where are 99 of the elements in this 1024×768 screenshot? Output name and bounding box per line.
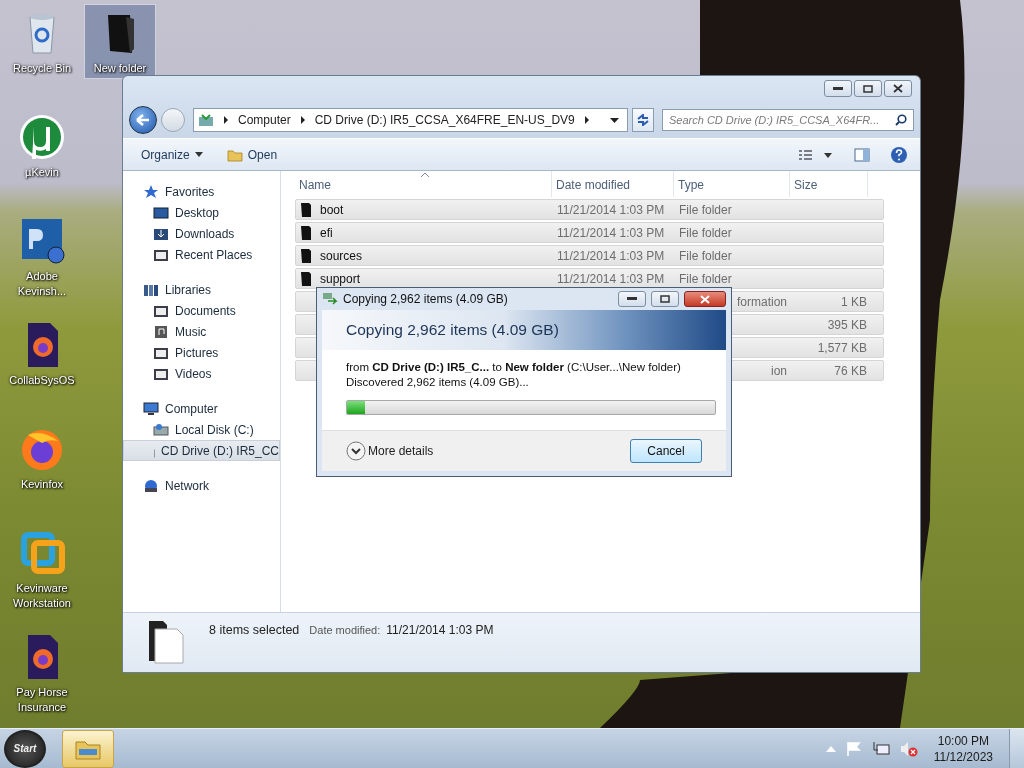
chevron-right-icon — [223, 116, 229, 124]
copy-source-destination: from CD Drive (D:) IR5_C... to New folder (C:\User...\New folder) — [346, 360, 681, 375]
organize-button[interactable]: Organize — [137, 145, 207, 164]
minimize-button[interactable] — [618, 291, 646, 307]
sidebar-item[interactable]: Music — [123, 321, 280, 342]
breadcrumb-item[interactable]: CD Drive (D:) IR5_CCSA_X64FRE_EN-US_DV9 — [314, 113, 575, 127]
chevron-right-icon — [299, 116, 306, 124]
computer-icon — [143, 401, 159, 416]
file-row[interactable]: support 11/21/2014 1:03 PM File folder — [295, 268, 884, 289]
search-field[interactable]: Search CD Drive (D:) IR5_CCSA_X64FR... — [662, 109, 914, 131]
sidebar-item[interactable]: Recent Places — [123, 244, 280, 265]
breadcrumb-item[interactable]: Computer — [238, 113, 291, 127]
squares-logo-icon — [18, 529, 66, 577]
music-note-icon — [153, 324, 169, 339]
sidebar-item[interactable]: Desktop — [123, 202, 280, 223]
column-header[interactable]: Date modified — [552, 171, 674, 197]
maximize-button[interactable] — [854, 80, 882, 97]
column-header[interactable]: Size — [790, 171, 868, 197]
file-name: sources — [320, 248, 363, 263]
sidebar-item[interactable]: Network — [123, 475, 280, 496]
restore-icon — [660, 295, 670, 303]
close-icon — [700, 294, 710, 304]
date-cell: 11/21/2014 1:03 PM — [557, 271, 665, 286]
help-icon — [890, 145, 908, 164]
size-cell: 76 KB — [834, 363, 867, 378]
restore-icon — [863, 84, 873, 93]
maximize-button[interactable] — [651, 291, 679, 307]
file-row[interactable]: efi 11/21/2014 1:03 PM File folder — [295, 222, 884, 243]
network-icon — [143, 478, 159, 493]
date-modified-label: Date modified: — [309, 624, 381, 636]
minimize-icon — [627, 297, 637, 301]
sidebar-item[interactable]: Favorites — [123, 181, 280, 202]
refresh-button[interactable] — [632, 108, 654, 132]
date-cell: 11/21/2014 1:03 PM — [557, 225, 665, 240]
desktop-shortcut[interactable]: Pay Horse Insurance — [6, 628, 78, 718]
dialog-heading: Copying 2,962 items (4.09 GB) — [346, 321, 559, 339]
desktop-shortcut[interactable]: Kevinfox — [6, 420, 78, 495]
chevron-down-icon — [346, 441, 366, 461]
sidebar-item[interactable]: Videos — [123, 363, 280, 384]
type-cell: File folder — [679, 248, 732, 263]
desktop-shortcut[interactable]: Kevinware Workstation — [6, 524, 78, 614]
sidebar-item[interactable]: Downloads — [123, 223, 280, 244]
type-cell: File folder — [679, 202, 732, 217]
address-bar[interactable]: Computer CD Drive (D:) IR5_CCSA_X64FRE_EN-US_DV9 — [193, 108, 628, 132]
date-cell: 11/21/2014 1:03 PM — [557, 202, 665, 217]
more-details-button[interactable]: More details — [346, 441, 434, 461]
file-name: boot — [320, 202, 344, 217]
open-button[interactable]: Open — [222, 145, 282, 164]
start-button[interactable]: Start — [4, 729, 46, 768]
type-cell: formation — [736, 294, 787, 309]
minimize-button[interactable] — [824, 80, 852, 97]
column-header[interactable]: Type — [674, 171, 790, 197]
discovered-status: Discovered 2,962 items (4.09 GB)... — [346, 375, 529, 390]
type-cell: File folder — [679, 225, 732, 240]
type-cell: ion — [771, 363, 787, 378]
files-stack-icon — [147, 619, 187, 665]
selection-count: 8 items selected — [209, 623, 300, 637]
sidebar-item[interactable]: Computer — [123, 398, 280, 419]
clock-date[interactable]: 11/12/2023 — [933, 748, 993, 765]
back-button[interactable] — [129, 106, 157, 134]
copy-icon — [322, 292, 338, 306]
clock-time[interactable]: 10:00 PM — [937, 732, 990, 749]
sidebar-item[interactable]: Libraries — [123, 279, 280, 300]
date-cell: 11/21/2014 1:03 PM — [557, 248, 665, 263]
date-modified-value: 11/21/2014 1:03 PM — [386, 623, 494, 637]
network-icon[interactable] — [871, 740, 890, 757]
file-name: support — [320, 271, 361, 286]
size-cell: 1 KB — [841, 294, 867, 309]
pane-icon — [854, 147, 870, 162]
arrow-left-icon — [136, 114, 150, 126]
size-cell: 395 KB — [827, 317, 867, 332]
file-row[interactable]: sources 11/21/2014 1:03 PM File folder — [295, 245, 884, 266]
search-icon — [895, 114, 907, 126]
dropdown-caret-icon — [610, 117, 619, 123]
sidebar-item[interactable]: Documents — [123, 300, 280, 321]
refresh-icon — [636, 114, 650, 126]
star-icon — [143, 184, 159, 199]
library-icon — [143, 282, 159, 297]
dialog-title: Copying 2,962 items (4.09 GB) — [343, 292, 508, 306]
chevron-right-icon — [583, 116, 590, 124]
cancel-button[interactable]: Cancel — [630, 439, 702, 463]
sidebar-item[interactable]: Pictures — [123, 342, 280, 363]
list-view-icon — [798, 148, 834, 161]
close-button[interactable] — [884, 80, 912, 97]
sidebar-item[interactable]: Local Disk (C:) — [123, 419, 280, 440]
download-icon — [153, 226, 169, 241]
close-icon — [893, 84, 903, 93]
speaker-muted-icon[interactable] — [899, 740, 918, 757]
sidebar-item[interactable]: CD Drive (D:) IR5_CC — [123, 440, 280, 461]
type-cell: File folder — [679, 271, 732, 286]
size-cell: 1,577 KB — [817, 340, 867, 355]
column-header[interactable]: Name — [295, 171, 552, 197]
minimize-icon — [833, 86, 843, 91]
close-button[interactable] — [684, 291, 726, 307]
file-row[interactable]: boot 11/21/2014 1:03 PM File folder — [295, 199, 884, 220]
mu-logo-icon — [18, 113, 66, 161]
explorer-taskbar-button[interactable] — [62, 729, 114, 768]
file-name: efi — [320, 225, 333, 240]
dropdown-caret-icon — [194, 152, 203, 157]
